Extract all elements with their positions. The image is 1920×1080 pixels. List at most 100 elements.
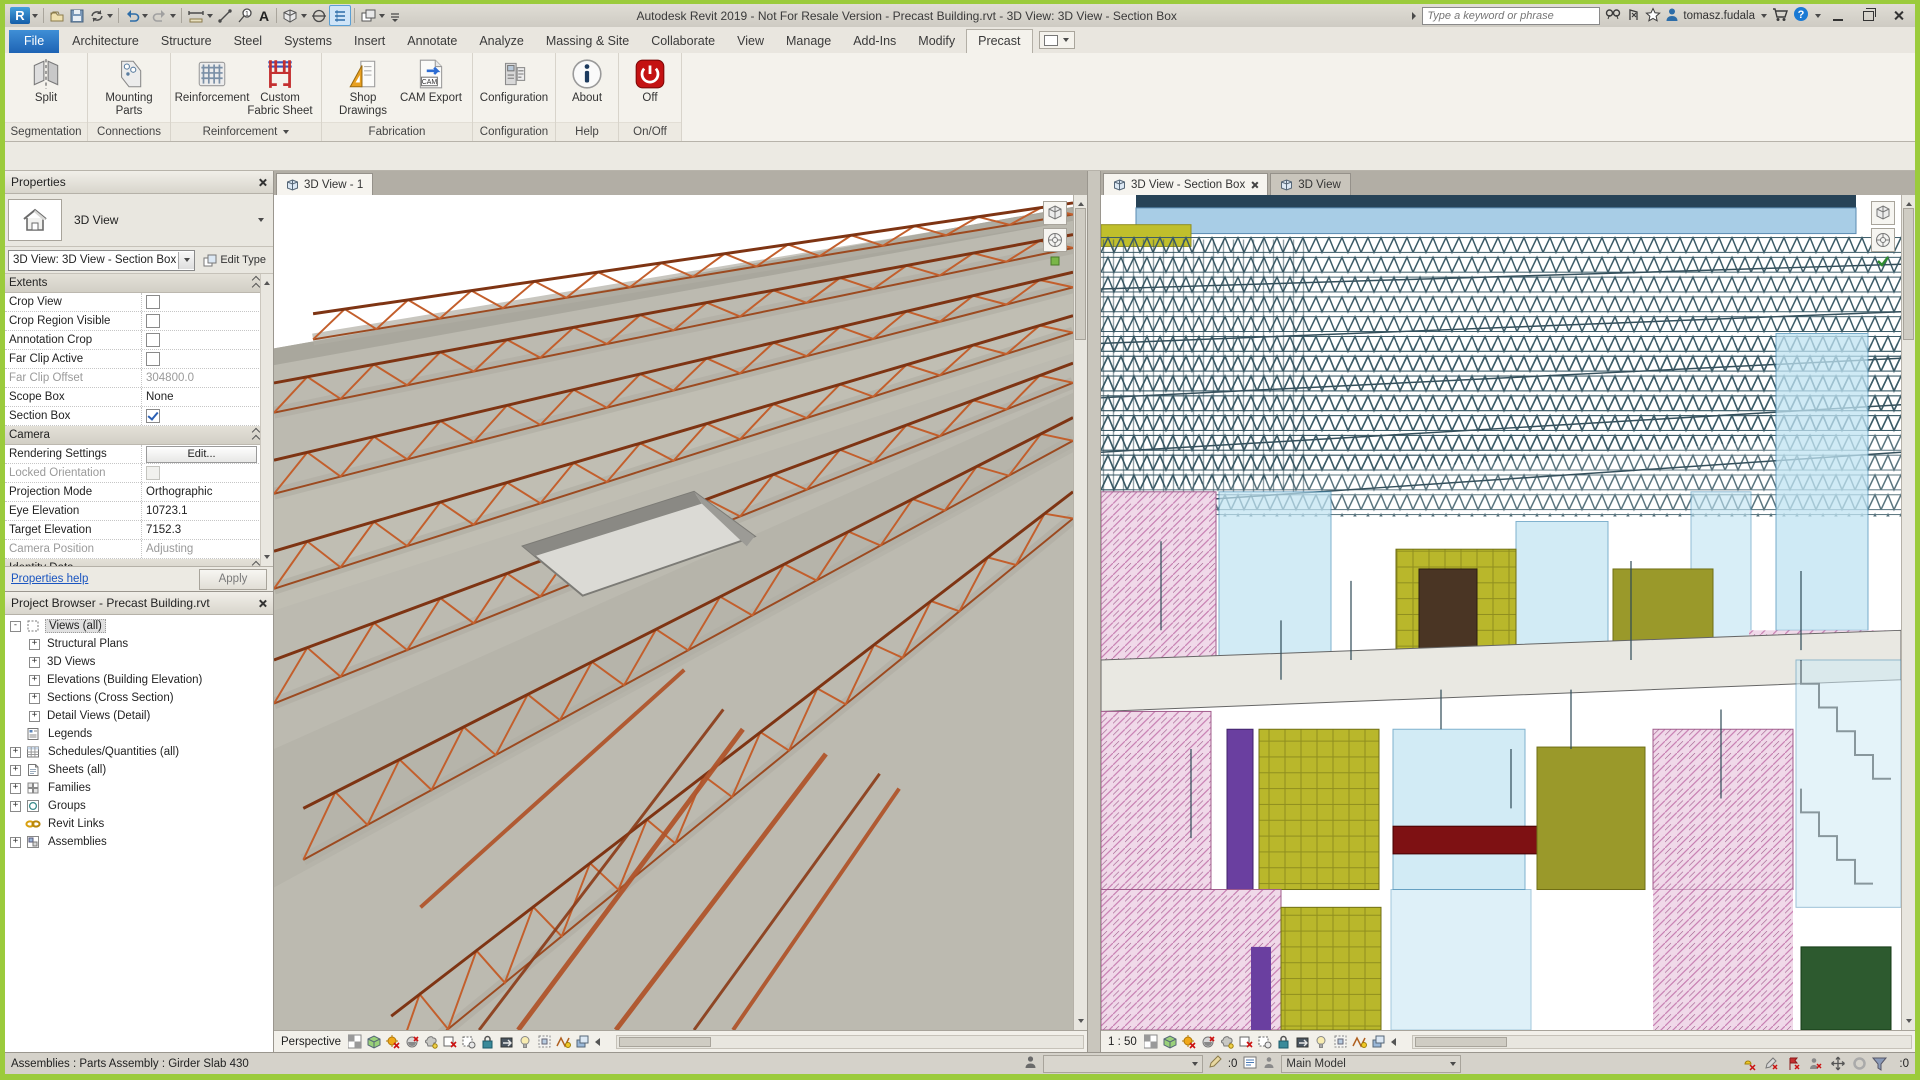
apply-button[interactable]: Apply xyxy=(199,569,267,590)
design-options-person-icon[interactable] xyxy=(1263,1056,1275,1072)
ribbon-display-toggle[interactable] xyxy=(1039,31,1075,49)
type-selector-combo[interactable]: 3D View: 3D View - Section Box xyxy=(8,250,195,271)
expander-icon[interactable]: + xyxy=(29,639,40,650)
tab-manage[interactable]: Manage xyxy=(775,30,842,53)
property-value[interactable]: 7152.3 xyxy=(142,521,261,539)
view-scale-label[interactable]: Perspective xyxy=(281,1036,341,1048)
undo-icon[interactable] xyxy=(122,6,150,25)
checkbox[interactable] xyxy=(146,333,160,347)
panel-name-onoff[interactable]: On/Off xyxy=(619,122,681,141)
project-browser-close-icon[interactable] xyxy=(258,599,267,608)
tree-item-schedules[interactable]: + Schedules/Quantities (all) xyxy=(5,743,273,761)
tab-architecture[interactable]: Architecture xyxy=(61,30,150,53)
scroll-up-icon[interactable] xyxy=(1906,199,1912,206)
expander-icon[interactable]: + xyxy=(10,765,21,776)
tab-add-ins[interactable]: Add-Ins xyxy=(842,30,907,53)
tag-icon[interactable]: 1 xyxy=(235,6,255,25)
property-value[interactable] xyxy=(142,293,261,311)
viewport-divider[interactable] xyxy=(1087,171,1101,1052)
configuration-button[interactable]: Configuration xyxy=(481,55,547,105)
tree-item-legends[interactable]: Legends xyxy=(5,725,273,743)
expander-icon[interactable]: + xyxy=(29,693,40,704)
help-icon[interactable]: ? xyxy=(1793,6,1809,25)
property-value[interactable] xyxy=(142,312,261,330)
default-3d-view-icon[interactable] xyxy=(280,6,309,25)
left-horizontal-scrollbar[interactable] xyxy=(616,1035,1084,1049)
about-button[interactable]: About xyxy=(564,55,610,105)
property-value[interactable]: 10723.1 xyxy=(142,502,261,520)
tree-item-detail-views[interactable]: + Detail Views (Detail) xyxy=(5,707,273,725)
tab-steel[interactable]: Steel xyxy=(223,30,274,53)
tree-item-views-all[interactable]: - Views (all) xyxy=(5,617,273,635)
search-icon[interactable] xyxy=(1604,7,1622,25)
tab-view[interactable]: View xyxy=(726,30,775,53)
custom-fabric-sheet-button[interactable]: Custom Fabric Sheet xyxy=(247,55,313,118)
steering-wheel-icon[interactable] xyxy=(1871,228,1895,252)
view-scale-label[interactable]: 1 : 50 xyxy=(1108,1036,1137,1048)
tab-file[interactable]: File xyxy=(9,30,59,53)
section-icon[interactable] xyxy=(309,6,329,25)
tab-insert[interactable]: Insert xyxy=(343,30,396,53)
help-menu-caret[interactable] xyxy=(1815,14,1821,18)
left-3d-scene[interactable] xyxy=(274,195,1073,1030)
tree-item-families[interactable]: + Families xyxy=(5,779,273,797)
project-browser-header[interactable]: Project Browser - Precast Building.rvt xyxy=(5,592,273,615)
panel-name-segmentation[interactable]: Segmentation xyxy=(5,122,87,141)
checkbox[interactable] xyxy=(146,352,160,366)
shop-drawings-button[interactable]: Shop Drawings xyxy=(330,55,396,118)
left-vertical-scrollbar[interactable] xyxy=(1073,195,1087,1030)
properties-scrollbar[interactable] xyxy=(260,274,273,566)
restore-button[interactable] xyxy=(1855,7,1881,25)
tab-structure[interactable]: Structure xyxy=(150,30,223,53)
tab-massing-site[interactable]: Massing & Site xyxy=(535,30,640,53)
cam-export-button[interactable]: CAM CAM Export xyxy=(398,55,464,105)
viewcube-icon[interactable] xyxy=(1043,201,1067,225)
tab-close-icon[interactable] xyxy=(1250,181,1258,189)
close-button[interactable] xyxy=(1885,7,1911,25)
status-toggle-icons[interactable] xyxy=(1743,1056,1893,1072)
panel-name-reinforcement[interactable]: Reinforcement xyxy=(171,122,321,141)
view-control-icons[interactable] xyxy=(348,1034,606,1050)
section-identity-data[interactable]: Identity Data xyxy=(5,559,273,566)
type-selector-caret[interactable] xyxy=(178,252,194,269)
expander-icon[interactable]: - xyxy=(10,621,21,632)
thin-lines-icon[interactable] xyxy=(329,5,351,26)
rendering-edit-button[interactable]: Edit... xyxy=(146,446,257,463)
tree-item-assemblies[interactable]: + Assemblies xyxy=(5,833,273,851)
scroll-up-icon[interactable] xyxy=(264,278,270,285)
properties-close-icon[interactable] xyxy=(258,178,267,187)
scroll-down-icon[interactable] xyxy=(1078,1019,1084,1026)
panel-name-help[interactable]: Help xyxy=(556,122,618,141)
tree-item-sheets[interactable]: + Sheets (all) xyxy=(5,761,273,779)
open-icon[interactable] xyxy=(47,6,67,25)
viewcube-icon[interactable] xyxy=(1871,201,1895,225)
collapse-chevron-icon[interactable] xyxy=(253,429,259,442)
text-icon[interactable]: A xyxy=(255,6,273,25)
expander-icon[interactable]: + xyxy=(29,711,40,722)
type-dropdown-caret[interactable] xyxy=(258,218,264,222)
worksets-icon[interactable] xyxy=(1024,1055,1037,1072)
active-workset-select[interactable] xyxy=(1043,1055,1203,1073)
tree-item-3d-views[interactable]: + 3D Views xyxy=(5,653,273,671)
scroll-up-icon[interactable] xyxy=(1078,199,1084,206)
search-input[interactable] xyxy=(1422,7,1600,25)
user-icon[interactable] xyxy=(1665,7,1679,25)
infocenter-expand-icon[interactable] xyxy=(1410,10,1418,22)
panel-name-configuration[interactable]: Configuration xyxy=(473,122,555,141)
minimize-button[interactable] xyxy=(1825,7,1851,25)
tab-systems[interactable]: Systems xyxy=(273,30,343,53)
tab-collaborate[interactable]: Collaborate xyxy=(640,30,726,53)
username-label[interactable]: tomasz.fudala xyxy=(1683,10,1755,22)
app-store-cart-icon[interactable] xyxy=(1771,7,1789,25)
properties-help-link[interactable]: Properties help xyxy=(11,573,88,585)
tree-item-revit-links[interactable]: Revit Links xyxy=(5,815,273,833)
tree-item-sections[interactable]: + Sections (Cross Section) xyxy=(5,689,273,707)
tab-modify[interactable]: Modify xyxy=(907,30,966,53)
redo-icon[interactable] xyxy=(150,6,178,25)
section-camera[interactable]: Camera xyxy=(5,426,273,445)
property-value[interactable] xyxy=(142,331,261,349)
property-value[interactable]: None xyxy=(142,388,261,406)
right-horizontal-scrollbar[interactable] xyxy=(1412,1035,1912,1049)
scroll-down-icon[interactable] xyxy=(1906,1019,1912,1026)
revit-logo-icon[interactable]: R xyxy=(8,6,40,25)
